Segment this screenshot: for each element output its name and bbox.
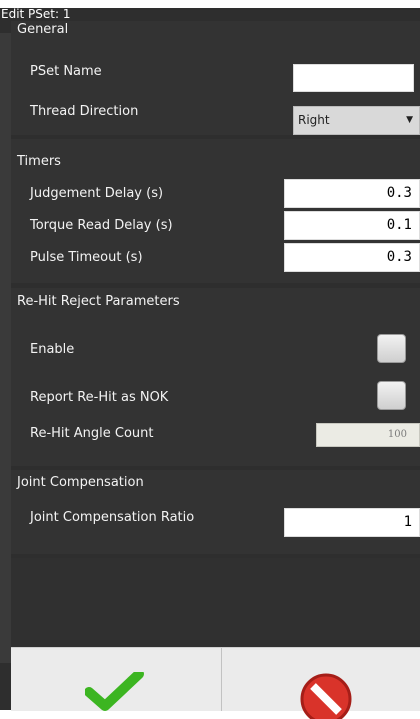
- general-section: General PSet Name Thread Direction Right…: [11, 21, 420, 135]
- empty-area: [11, 558, 420, 655]
- checkmark-icon: [85, 672, 144, 711]
- timers-header-label: Timers: [17, 154, 61, 169]
- general-header: General: [11, 21, 420, 41]
- rehit-section: Re-Hit Reject Parameters Enable Report R…: [11, 288, 420, 466]
- torque-read-delay-label: Torque Read Delay (s): [30, 218, 173, 233]
- thread-direction-value: Right: [298, 113, 330, 127]
- dropdown-arrow-icon: ▼: [406, 115, 413, 125]
- pset-name-label: PSet Name: [30, 64, 102, 79]
- rehit-header: Re-Hit Reject Parameters: [11, 293, 420, 313]
- report-rehit-checkbox[interactable]: [377, 381, 406, 410]
- left-strip: [0, 33, 11, 663]
- edit-pset-dialog: Edit PSet: 1 General PSet Name Thread Di…: [0, 7, 420, 710]
- thread-direction-select[interactable]: Right ▼: [293, 106, 420, 135]
- pulse-timeout-input[interactable]: 0.3: [284, 243, 420, 272]
- pulse-timeout-label: Pulse Timeout (s): [30, 250, 143, 265]
- confirm-button[interactable]: [11, 648, 221, 711]
- judgement-delay-label: Judgement Delay (s): [30, 186, 164, 201]
- cancel-button[interactable]: [222, 648, 420, 719]
- footer-bar: [11, 647, 420, 719]
- cancel-icon: [300, 673, 352, 719]
- general-header-label: General: [17, 22, 69, 37]
- pset-name-input[interactable]: [293, 64, 414, 92]
- judgement-delay-input[interactable]: 0.3: [284, 179, 420, 208]
- joint-ratio-input[interactable]: 1: [284, 508, 420, 537]
- dialog-title: Edit PSet: 1: [1, 7, 71, 21]
- joint-section: Joint Compensation Joint Compensation Ra…: [11, 470, 420, 554]
- joint-header: Joint Compensation: [11, 474, 420, 494]
- joint-header-label: Joint Compensation: [17, 475, 144, 490]
- enable-label: Enable: [30, 342, 75, 357]
- timers-section: Timers Judgement Delay (s) 0.3 Torque Re…: [11, 139, 420, 283]
- enable-checkbox[interactable]: [377, 334, 406, 363]
- rehit-header-label: Re-Hit Reject Parameters: [17, 294, 180, 309]
- report-rehit-label: Report Re-Hit as NOK: [30, 390, 169, 405]
- timers-header: Timers: [11, 153, 420, 173]
- rehit-angle-count-label: Re-Hit Angle Count: [30, 426, 154, 441]
- torque-read-delay-input[interactable]: 0.1: [284, 211, 420, 240]
- thread-direction-label: Thread Direction: [30, 104, 139, 119]
- rehit-angle-count-input: 100: [316, 423, 420, 447]
- joint-ratio-label: Joint Compensation Ratio: [30, 510, 195, 525]
